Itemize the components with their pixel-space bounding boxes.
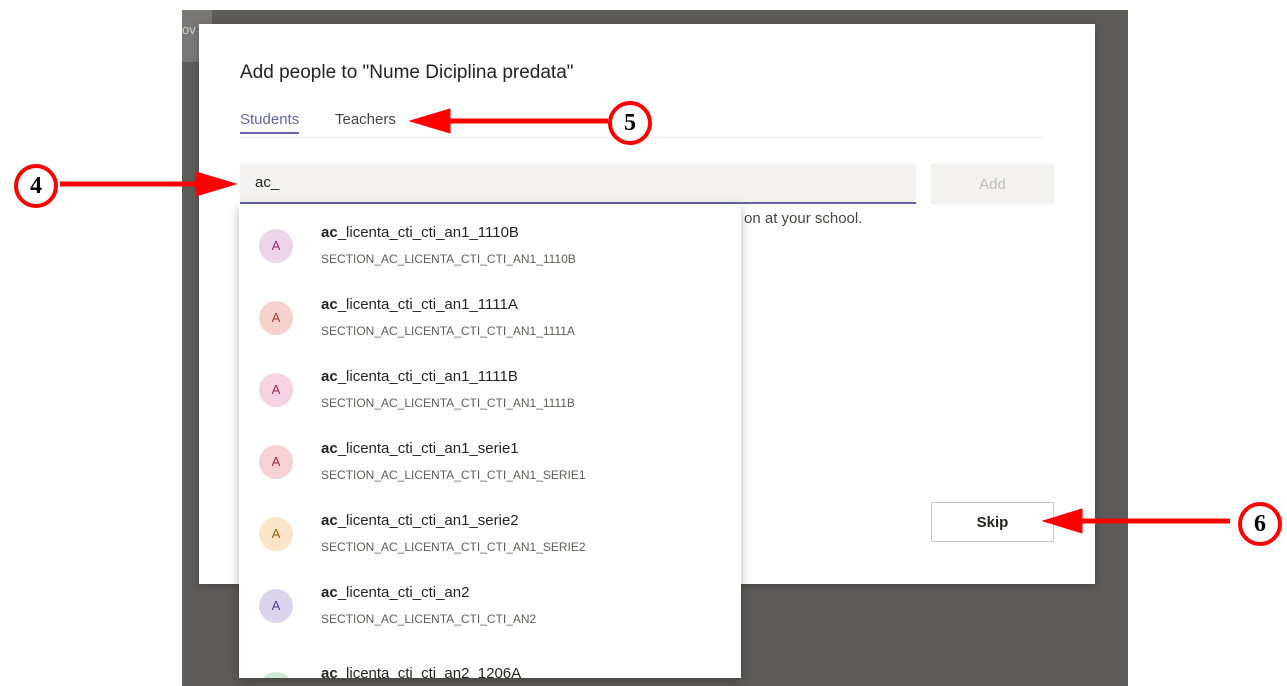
annotation-marker-4: 4	[14, 164, 58, 208]
arrowhead-teachers-tab	[408, 108, 451, 134]
annotation-marker-6: 6	[1238, 502, 1282, 546]
annotation-marker-5: 5	[608, 101, 652, 145]
annotation-arrows	[60, 108, 1230, 534]
arrowhead-skip-button	[1041, 508, 1083, 534]
arrowhead-search-input	[195, 171, 238, 197]
